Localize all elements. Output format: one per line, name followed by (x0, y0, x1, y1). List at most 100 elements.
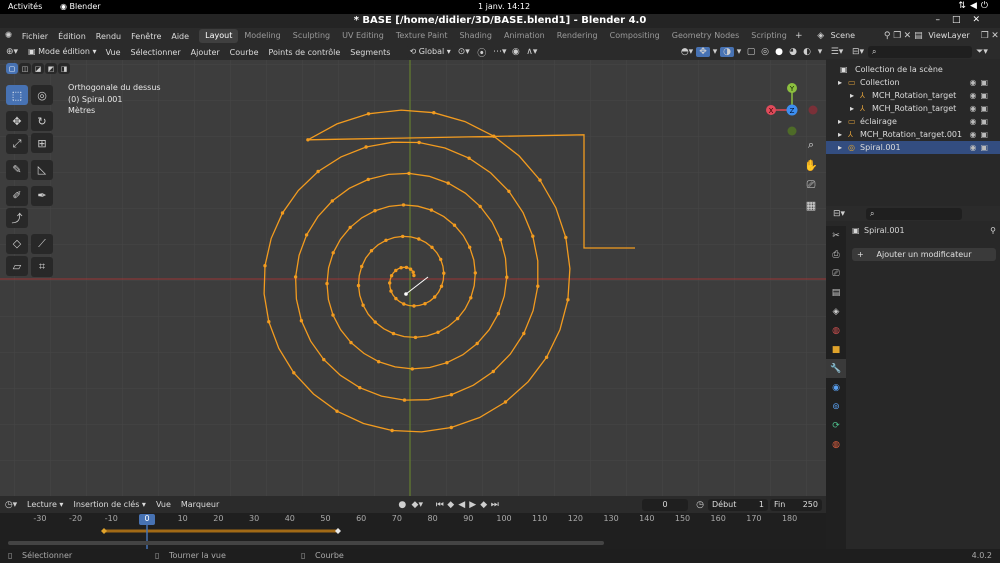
keying-icon[interactable]: ◆▾ (410, 500, 424, 510)
pen-tool-icon[interactable]: ✒ (31, 185, 53, 206)
outliner-item[interactable]: ▸ ⅄ MCH_Rotation_target ◉▣ (826, 89, 1000, 102)
render-camera-icon[interactable]: ▣ (980, 78, 992, 87)
outliner-search-input[interactable]: ⌕ (868, 45, 972, 58)
outliner-item[interactable]: ▸ ▭ Collection ◉▣ (826, 76, 1000, 89)
gizmo-dropdown-icon[interactable]: ▾ (710, 47, 720, 57)
scene-tab-icon[interactable]: ◈ (826, 302, 846, 321)
timeline-track[interactable] (0, 525, 826, 549)
physics-tab-icon[interactable]: ⊚ (826, 397, 846, 416)
properties-search-input[interactable]: ⌕ (866, 207, 962, 220)
viewport-3d[interactable]: Y X Z Orthogonale du dessus (0) Spiral.0… (0, 60, 826, 496)
current-frame-indicator[interactable]: 0 (139, 514, 155, 525)
annotate-tool-icon[interactable]: ✎ (6, 159, 28, 180)
activities-button[interactable]: Activités (8, 2, 42, 11)
visibility-eye-icon[interactable]: ◉ (969, 78, 980, 87)
expand-arrow-icon[interactable]: ▸ (850, 102, 854, 115)
play-icon[interactable]: ▶ (467, 500, 478, 510)
visibility-eye-icon[interactable]: ◉ (969, 104, 980, 113)
prev-keyframe-icon[interactable]: ◆ (445, 500, 456, 510)
draw-curve-tool-icon[interactable]: ✐ (6, 185, 28, 206)
menu-aide[interactable]: Aide (166, 32, 194, 41)
display-mode-icon[interactable]: ⊟▾ (848, 47, 868, 57)
outliner-item[interactable]: ▸ ▭ éclairage ◉▣ (826, 115, 1000, 128)
app-menu[interactable]: ◉ Blender (60, 2, 101, 11)
outliner-editor-type-icon[interactable]: ☰▾ (826, 47, 848, 57)
measure-tool-icon[interactable]: ◺ (31, 159, 53, 180)
menu-vue[interactable]: Vue (101, 48, 126, 57)
properties-editor-type-icon[interactable]: ⊟▾ (826, 209, 852, 219)
proportional-edit-icon[interactable]: ◉ (509, 47, 523, 57)
record-icon[interactable]: ● (394, 500, 410, 510)
menu-segments[interactable]: Segments (345, 48, 395, 57)
expand-arrow-icon[interactable]: ▸ (838, 115, 842, 128)
solid-shading-icon[interactable]: ● (772, 47, 786, 57)
view-layer-icon[interactable]: ▤ (913, 31, 925, 41)
render-camera-icon[interactable]: ▣ (980, 104, 992, 113)
menu-fichier[interactable]: Fichier (17, 32, 53, 41)
outliner-item[interactable]: ▸ ⅄ MCH_Rotation_target.001 ◉▣ (826, 128, 1000, 141)
outliner-item[interactable]: ▸ ⅄ MCH_Rotation_target ◉▣ (826, 102, 1000, 115)
add-modifier-button[interactable]: + Ajouter un modificateur (852, 248, 996, 261)
minimize-icon[interactable]: – (935, 15, 952, 25)
tool-tab-icon[interactable]: ✂ (826, 226, 846, 245)
select-subtract-icon[interactable]: ◪ (32, 63, 44, 74)
tab-layout[interactable]: Layout (199, 29, 239, 43)
visibility-eye-icon[interactable]: ◉ (969, 91, 980, 100)
visibility-selectability-icon[interactable]: ◓▾ (678, 47, 696, 57)
wireframe-shading-icon[interactable]: ◎ (758, 47, 772, 57)
menu-marqueur[interactable]: Marqueur (176, 500, 224, 509)
scale-tool-icon[interactable]: ⤢ (6, 133, 28, 154)
falloff-icon[interactable]: ∧▾ (523, 47, 541, 57)
tab-uv-editing[interactable]: UV Editing (336, 29, 390, 43)
pan-hand-icon[interactable]: ✋ (802, 156, 820, 174)
extrude-tool-icon[interactable]: ⤴ (6, 207, 28, 228)
menu-selectionner[interactable]: Sélectionner (125, 48, 185, 57)
visibility-eye-icon[interactable]: ◉ (969, 130, 980, 139)
expand-arrow-icon[interactable]: ▸ (838, 141, 842, 154)
menu-ajouter[interactable]: Ajouter (186, 48, 225, 57)
modifier-tab-icon[interactable]: 🔧 (826, 359, 846, 378)
render-camera-icon[interactable]: ▣ (980, 91, 992, 100)
jump-start-icon[interactable]: ⏮ (434, 500, 445, 510)
rotate-tool-icon[interactable]: ↻ (31, 111, 53, 131)
clock[interactable]: 1 janv. 14:12 (478, 2, 530, 11)
outliner-item[interactable]: ▸ ◎ Spiral.001 ◉▣ (826, 141, 1000, 154)
transform-tool-icon[interactable]: ⊞ (31, 133, 53, 153)
select-new-icon[interactable]: ▢ (6, 63, 18, 74)
menu-edition[interactable]: Édition (53, 32, 91, 41)
visibility-eye-icon[interactable]: ◉ (969, 143, 980, 152)
menu-courbe[interactable]: Courbe (225, 48, 264, 57)
frame-ruler[interactable]: -30 -20 -10 0 10 20 30 40 50 60 70 80 90 100 110 120 130… (0, 513, 826, 525)
menu-fenetre[interactable]: Fenêtre (126, 32, 166, 41)
scene-icon[interactable]: ◈ (815, 31, 827, 41)
particles-tab-icon[interactable]: ◉ (826, 378, 846, 397)
camera-view-icon[interactable]: ⎚ (802, 176, 820, 194)
material-shading-icon[interactable]: ◕ (786, 47, 800, 57)
perspective-grid-icon[interactable]: ▦ (802, 196, 820, 214)
tilt-tool-icon[interactable]: ⟋ (31, 234, 53, 254)
jump-end-icon[interactable]: ⏭ (489, 500, 500, 510)
overlay-dropdown-icon[interactable]: ▾ (734, 47, 744, 57)
viewport-canvas[interactable]: Y X Z (0, 60, 826, 496)
filter-icon[interactable]: ⏷▾ (972, 47, 992, 57)
constraints-tab-icon[interactable]: ⟳ (826, 416, 846, 435)
render-camera-icon[interactable]: ▣ (980, 143, 992, 152)
tab-geometry-nodes[interactable]: Geometry Nodes (666, 29, 745, 43)
rendered-shading-icon[interactable]: ◐ (800, 47, 814, 57)
select-intersect-icon[interactable]: ◨ (58, 63, 70, 74)
snap-icon[interactable]: ⦿ (473, 46, 491, 59)
zoom-icon[interactable]: ⌕ (802, 136, 820, 154)
cursor-tool-icon[interactable]: ◎ (31, 85, 53, 105)
pin-scene-icon[interactable]: ⚲ (882, 31, 892, 41)
start-frame-field[interactable]: Début 1 (708, 498, 768, 511)
tab-texture-paint[interactable]: Texture Paint (390, 29, 454, 43)
radius-tool-icon[interactable]: ◇ (6, 233, 28, 254)
close-icon[interactable]: ✕ (972, 15, 992, 25)
play-reverse-icon[interactable]: ◀ (456, 500, 467, 510)
menu-vue-timeline[interactable]: Vue (151, 500, 176, 509)
tab-animation[interactable]: Animation (498, 29, 551, 43)
mode-selector[interactable]: ▣ Mode édition ▾ (24, 46, 101, 58)
world-tab-icon[interactable]: ◍ (826, 321, 846, 340)
select-box-tool-icon[interactable]: ⬚ (6, 85, 28, 105)
expand-arrow-icon[interactable]: ▸ (850, 89, 854, 102)
